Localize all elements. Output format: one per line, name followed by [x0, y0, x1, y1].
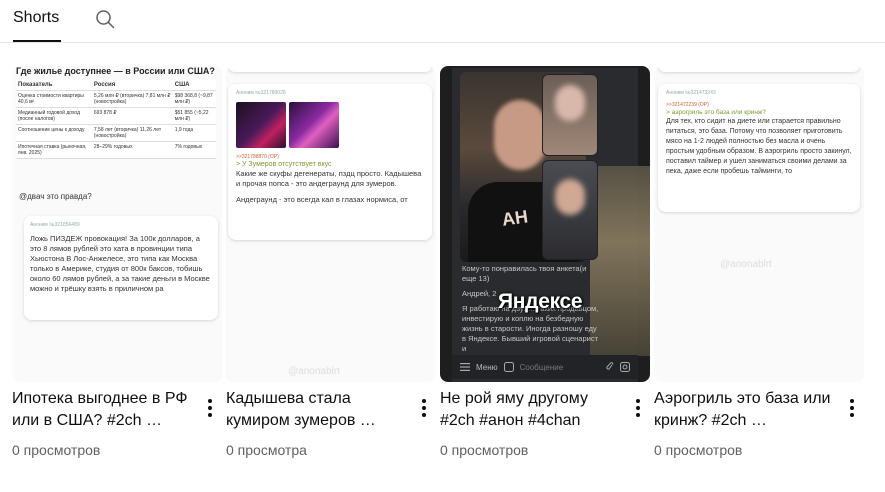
menu-label: Меню: [476, 362, 498, 372]
post-card: Аноним №321856489 Ложь ПИЗДЕЖ провокация…: [24, 216, 218, 320]
post-card: Аноним №321473243 >>321472239 (OP) > аэр…: [658, 84, 860, 212]
chat-bottom-bar: Меню Сообщение: [452, 355, 638, 379]
video-title[interactable]: Кадышева стала кумиром зумеров …: [226, 388, 436, 432]
watermark: @anonablrt: [288, 366, 340, 377]
video-frame: [542, 74, 598, 156]
view-count: 0 просмотра: [226, 442, 307, 458]
table-cell: Оценка стоимости квартиры 40,6 м²: [16, 90, 92, 108]
shorts-card: AH Кому-то понравилась твоя анкета(и еще…: [440, 66, 650, 458]
more-actions-icon[interactable]: [630, 396, 646, 420]
blurred-face: [494, 100, 546, 170]
table-cell: 28–29% годовых: [91, 141, 173, 159]
chat-message: Кому-то понравилась твоя анкета(и еще 13…: [462, 264, 587, 283]
video-meta: Кадышева стала кумиром зумеров … 0 просм…: [226, 388, 436, 460]
video-meta: Аэрогриль это база или кринж? #2ch … 0 п…: [654, 388, 864, 460]
post-text: Для тех, кто сидит на диете или стараетс…: [666, 118, 852, 175]
shorts-thumbnail[interactable]: Аноним №321473243 >>321472239 (OP) > аэр…: [654, 66, 864, 382]
post-header: Аноним №321789028: [236, 90, 286, 96]
table-header: Показатель: [16, 80, 92, 91]
more-actions-icon[interactable]: [202, 396, 218, 420]
post-text: Андеграунд - это всегда кал в глазах нор…: [236, 195, 408, 204]
table-cell: 7,58 лет (вторичка) 11,26 лет (новострой…: [91, 124, 173, 142]
post-header: Аноним №321473243: [666, 90, 716, 96]
concert-image: [236, 102, 286, 148]
greentext: > У Зумеров отсутствует вкус: [236, 161, 332, 168]
shirt-print: AH: [500, 206, 530, 230]
camera-icon: [620, 362, 630, 372]
shorts-thumbnail[interactable]: Где жилье доступнее — в России или США? …: [12, 66, 222, 382]
table-header: США: [172, 80, 216, 91]
shorts-thumbnail[interactable]: Аноним №321789028 >>321788870 (OP) > У З…: [226, 66, 436, 382]
table-cell: 693 878 ₽: [91, 107, 173, 125]
post-header: Аноним №321856489: [30, 222, 80, 228]
search-icon[interactable]: [95, 9, 115, 29]
attach-icon: [606, 362, 614, 370]
table-cell: Ипотечная ставка (рыночная, янв. 2025): [16, 141, 92, 159]
video-title[interactable]: Аэрогриль это база или кринж? #2ch …: [654, 388, 864, 432]
shorts-card: Аноним №321473243 >>321472239 (OP) > аэр…: [654, 66, 864, 458]
table-cell: $51 855 (~5,22 млн ₽): [172, 107, 216, 125]
table-header: Россия: [91, 80, 173, 91]
thumbnail-heading: Где жилье доступнее — в России или США?: [16, 66, 215, 76]
greentext: > аэрогриль это база или кринж?: [666, 109, 766, 116]
post-text: Ложь ПИЗДЕЖ провокация! За 100к долларов…: [30, 234, 210, 293]
video-caption: Яндексе: [498, 290, 583, 313]
view-count: 0 просмотров: [440, 442, 529, 458]
post-card: Аноним №321789028 >>321788870 (OP) > У З…: [228, 84, 432, 240]
view-count: 0 просмотров: [12, 442, 101, 458]
more-actions-icon[interactable]: [844, 396, 860, 420]
concert-image: [289, 102, 339, 148]
sticker-icon: [503, 362, 514, 372]
question-text: @двач это правда?: [19, 192, 92, 201]
message-placeholder: Сообщение: [519, 362, 564, 372]
post-images: [236, 102, 424, 148]
table-cell: 7% годовых: [172, 141, 216, 159]
video-meta: Не рой яму другому #2ch #анон #4chan 0 п…: [440, 388, 650, 460]
video-meta: Ипотека выгоднее в РФ или в США? #2ch … …: [12, 388, 222, 460]
post-card-partial: [228, 66, 432, 72]
table-cell: Медианный годовой доход (после налогов): [16, 107, 92, 125]
post-card-partial: [658, 66, 860, 72]
table-cell: Соотношение цены к доходу: [16, 124, 92, 142]
video-title[interactable]: Ипотека выгоднее в РФ или в США? #2ch …: [12, 388, 222, 432]
channel-tabs: Shorts: [0, 0, 885, 43]
video-title[interactable]: Не рой яму другому #2ch #анон #4chan: [440, 388, 650, 432]
table-cell: $98 368,8 (~9,87 млн ₽): [172, 90, 216, 108]
post-text: Какие же скуфы дегенераты, пздц просто. …: [236, 169, 422, 188]
view-count: 0 просмотров: [654, 442, 743, 458]
blurred-face: [555, 179, 585, 215]
shorts-card: Аноним №321789028 >>321788870 (OP) > У З…: [226, 66, 436, 458]
shorts-thumbnail[interactable]: AH Кому-то понравилась твоя анкета(и еще…: [440, 66, 650, 382]
video-frame: [542, 160, 598, 260]
watermark: @anonablrt: [720, 259, 772, 270]
comparison-table: Показатель Россия США Оценка стоимости к…: [16, 80, 216, 159]
table-cell: 1,9 года: [172, 124, 216, 142]
table-cell: 5,26 млн ₽ (вторичка) 7,81 млн ₽ (новост…: [91, 90, 173, 108]
shorts-card: Где жилье доступнее — в России или США? …: [12, 66, 222, 458]
menu-icon: [460, 363, 470, 371]
more-actions-icon[interactable]: [416, 396, 432, 420]
tab-shorts[interactable]: Shorts: [13, 0, 61, 42]
blurred-face: [555, 85, 585, 121]
